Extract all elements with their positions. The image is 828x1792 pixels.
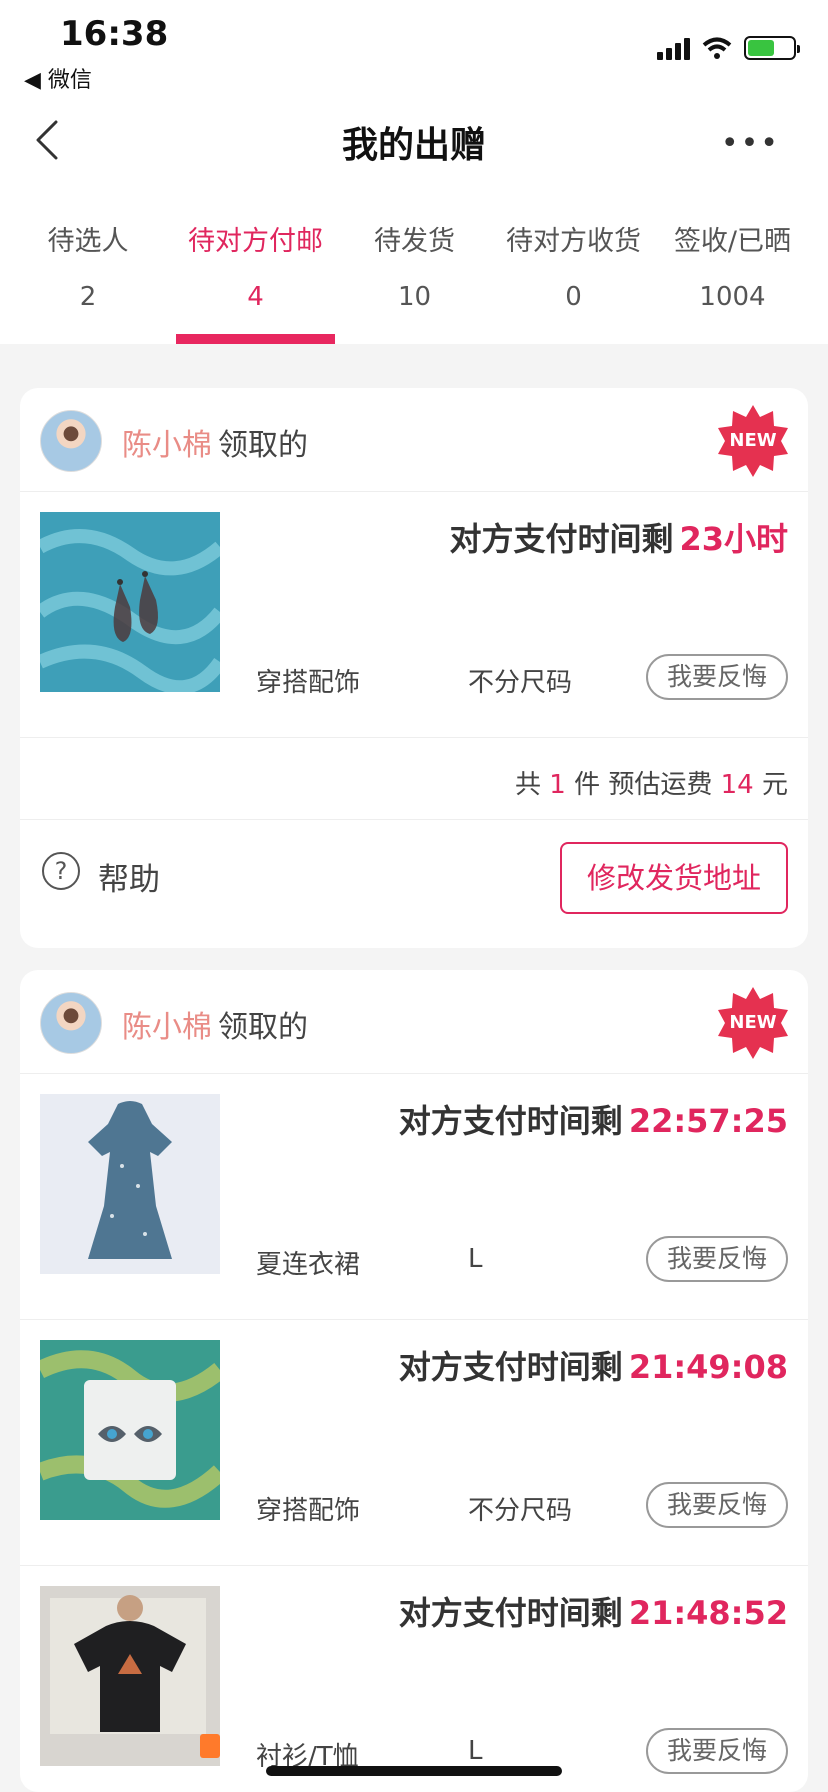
avatar[interactable] [40,992,102,1054]
claimed-label: 领取的 [218,1010,308,1045]
item-size: 不分尺码 [468,668,573,698]
regret-button[interactable]: 我要反悔 [646,1482,788,1528]
battery-icon [744,36,800,60]
tab-count: 10 [397,282,432,312]
summary-line: 共 1 件 预估运费 14 元 [515,764,788,801]
tab-awaiting-receipt[interactable]: 待对方收货 0 [494,222,653,344]
gift-item[interactable]: 对方支付时间剩 23小时 穿搭配饰 不分尺码 我要反悔 [20,492,808,738]
claimed-label: 领取的 [218,428,308,463]
gift-card: 陈小棉 领取的 NEW 对方支付时间剩 23小时 穿搭配饰 不分尺码 我要反悔 共 … [20,388,808,948]
dress-photo[interactable] [40,1094,220,1274]
time-remaining: 21:49:08 [628,1348,788,1386]
card-header: 陈小棉 领取的 NEW [20,970,808,1074]
claimer-name[interactable]: 陈小棉 [122,428,212,463]
shipping-fee: 14 [720,770,754,800]
payment-countdown-label: 对方支付时间剩 [398,1594,623,1632]
tab-label: 待选人 [47,226,129,257]
payment-countdown: 对方支付时间剩 22:57:25 [399,1096,788,1142]
page-title: 我的出赠 [341,125,486,166]
tab-signed-shared[interactable]: 签收/已晒 1004 [653,222,812,344]
summary-unit: 件 预估运费 [574,770,713,800]
back-to-wechat-link[interactable]: ◀ 微信 [24,62,92,94]
status-icons [657,36,800,60]
status-tabs: 待选人 2 待对方付邮 4 待发货 10 待对方收货 0 签收/已晒 1004 [0,222,828,344]
card-header: 陈小棉 领取的 NEW [20,388,808,492]
tab-label: 待对方付邮 [188,226,323,257]
item-size: 不分尺码 [468,1496,573,1526]
item-size: L [468,1244,483,1274]
help-label[interactable]: 帮助 [98,854,160,899]
gift-item[interactable]: 对方支付时间剩 21:48:52 衬衫/T恤 L 我要反悔 [20,1566,808,1792]
payment-countdown-label: 对方支付时间剩 [449,520,674,558]
summary-prefix: 共 [515,770,542,800]
new-badge: NEW [716,986,790,1060]
claimer-line: 陈小棉 领取的 [122,420,308,464]
tab-awaiting-postage[interactable]: 待对方付邮 4 [176,222,335,344]
gift-item[interactable]: 对方支付时间剩 22:57:25 夏连衣裙 L 我要反悔 [20,1074,808,1320]
tab-pending-selection[interactable]: 待选人 2 [0,222,176,344]
time-remaining: 22:57:25 [628,1102,788,1140]
time-remaining: 21:48:52 [628,1594,788,1632]
regret-button[interactable]: 我要反悔 [646,1236,788,1282]
gift-card: 陈小棉 领取的 NEW 对方支付时间剩 22:57:25 夏连衣裙 L 我要反悔 对… [20,970,808,1792]
tab-count: 4 [247,282,264,312]
avatar[interactable] [40,410,102,472]
more-icon[interactable]: ••• [721,126,780,161]
home-indicator[interactable] [266,1766,562,1776]
regret-button[interactable]: 我要反悔 [646,1728,788,1774]
tab-count: 2 [79,282,97,312]
tshirt-photo[interactable] [40,1586,220,1766]
signal-icon [657,36,690,60]
item-size: L [468,1736,483,1766]
new-badge-label: NEW [729,1012,777,1033]
change-address-button[interactable]: 修改发货地址 [560,842,788,914]
item-category: 夏连衣裙 [256,1250,361,1280]
wifi-icon [702,37,732,59]
tab-count: 1004 [699,282,766,312]
item-category: 穿搭配饰 [256,668,361,698]
gift-item[interactable]: 对方支付时间剩 21:49:08 穿搭配饰 不分尺码 我要反悔 [20,1320,808,1566]
card-actions: ? 帮助 修改发货地址 [20,820,808,948]
currency-label: 元 [761,770,788,800]
claimer-name[interactable]: 陈小棉 [122,1010,212,1045]
payment-countdown: 对方支付时间剩 23小时 [449,514,788,560]
payment-countdown: 对方支付时间剩 21:49:08 [399,1342,788,1388]
earrings-photo[interactable] [40,512,220,692]
item-category: 穿搭配饰 [256,1496,361,1526]
order-summary: 共 1 件 预估运费 14 元 [20,738,808,820]
tab-label: 待对方收货 [506,226,641,257]
time-remaining: 23小时 [679,520,788,558]
help-icon[interactable]: ? [42,852,80,890]
regret-button[interactable]: 我要反悔 [646,654,788,700]
item-count: 1 [549,770,566,800]
tab-count: 0 [565,282,582,312]
status-time: 16:38 [60,14,169,54]
payment-countdown: 对方支付时间剩 21:48:52 [399,1588,788,1634]
claimer-line: 陈小棉 领取的 [122,1002,308,1046]
tab-label: 签收/已晒 [673,226,792,257]
tab-label: 待发货 [374,226,455,257]
payment-countdown-label: 对方支付时间剩 [398,1102,623,1140]
tab-to-ship[interactable]: 待发货 10 [335,222,494,344]
stud-earrings-photo[interactable] [40,1340,220,1520]
payment-countdown-label: 对方支付时间剩 [398,1348,623,1386]
top-area: 16:38 ◀ 微信 我的出赠 ••• 待选人 2 待对方付邮 4 待发货 10 待对… [0,0,828,344]
new-badge-label: NEW [729,430,777,451]
new-badge: NEW [716,404,790,478]
